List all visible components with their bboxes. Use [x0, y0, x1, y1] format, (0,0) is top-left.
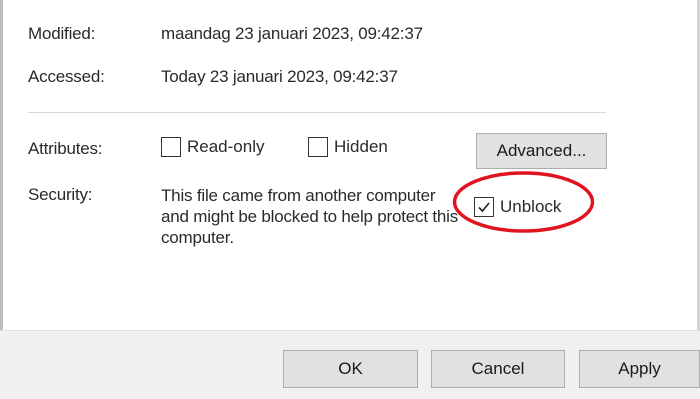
modified-value: maandag 23 januari 2023, 09:42:37: [161, 24, 423, 43]
read-only-checkbox[interactable]: Read-only: [161, 137, 265, 157]
apply-button[interactable]: Apply: [579, 350, 700, 388]
cancel-button[interactable]: Cancel: [431, 350, 565, 388]
accessed-value: Today 23 januari 2023, 09:42:37: [161, 67, 398, 86]
security-message: This file came from another computer and…: [161, 186, 459, 247]
unblock-label: Unblock: [500, 197, 562, 216]
ok-button[interactable]: OK: [283, 350, 418, 388]
hidden-label: Hidden: [334, 137, 388, 156]
read-only-checkbox-box[interactable]: [161, 137, 181, 157]
security-label: Security:: [28, 185, 93, 204]
checkmark-icon: [478, 202, 490, 213]
window-left-border: [0, 0, 3, 330]
modified-label: Modified:: [28, 24, 96, 43]
attributes-label: Attributes:: [28, 139, 103, 158]
section-divider: [28, 112, 606, 113]
hidden-checkbox[interactable]: Hidden: [308, 137, 388, 157]
hidden-checkbox-box[interactable]: [308, 137, 328, 157]
advanced-button[interactable]: Advanced...: [476, 133, 607, 169]
unblock-checkbox-box[interactable]: [474, 197, 494, 217]
unblock-checkbox[interactable]: Unblock: [474, 197, 561, 217]
accessed-label: Accessed:: [28, 67, 105, 86]
read-only-label: Read-only: [187, 137, 265, 156]
